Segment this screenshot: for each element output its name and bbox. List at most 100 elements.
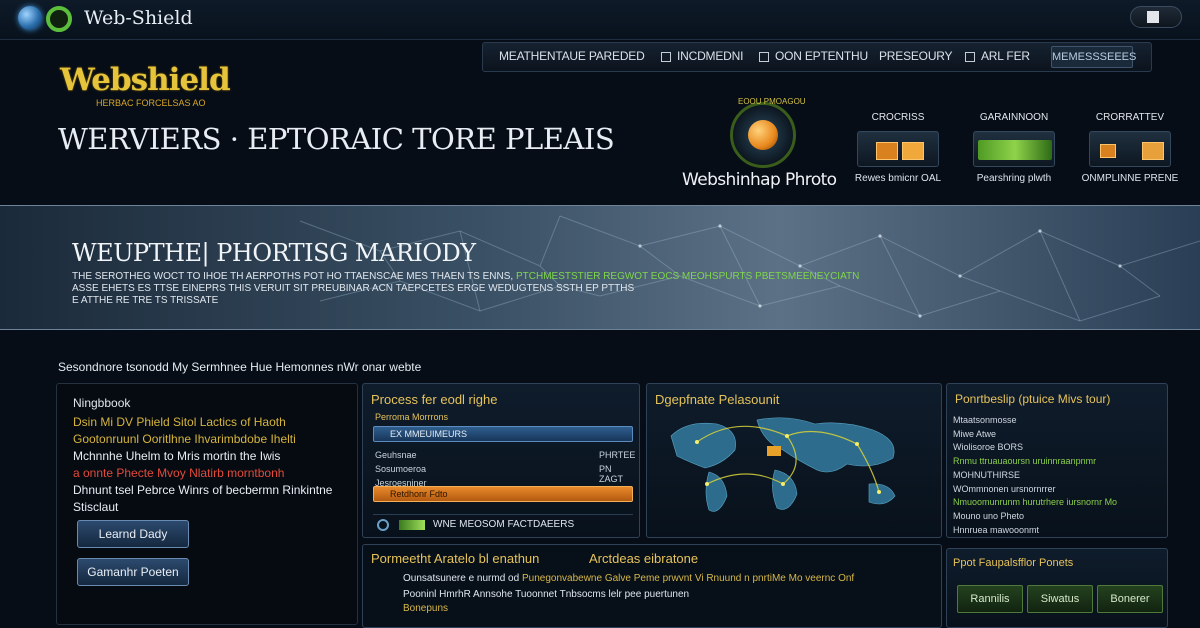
server-icon [973,131,1055,167]
filter-button-3[interactable]: Bonerer [1097,585,1163,613]
process-bar-top[interactable]: EX MMEUIMEURS [373,426,633,442]
brand-logo: Webshield [60,62,231,98]
feature-label: Pearshring plwth [976,173,1052,184]
refresh-icon [377,519,389,531]
feature-label: ONMPLINNE PRENE [1081,173,1179,184]
text-line: Stisclaut [73,500,119,514]
process-subtitle: Perroma Morrrons [375,412,449,422]
brand-tagline: HERBAC FORCELSAS AO [96,98,206,108]
list-item[interactable]: Hnnruea mawooonmt [953,524,1163,538]
banner-text: THE SEROTHEG WOCT TO IHOE TH AERPOTHS PO… [72,271,872,307]
top-navigation: MEATHENTAUE PAREDED INCDMEDNI OON EPTENT… [482,42,1152,72]
nav-item-3[interactable]: OON EPTENTHU [775,49,868,63]
feature-card-1[interactable]: CROCRISS Rewes bmicnr OAL [848,112,948,184]
banner-title: WEUPTHE| PHORTISG MARIODY [72,239,476,267]
hub-core-icon [748,120,778,150]
nav-button[interactable]: MEMESSSEEES [1051,46,1136,68]
filter-button-2[interactable]: Siwatus [1027,585,1093,613]
square-icon [661,52,671,62]
nav-item-5[interactable]: ARL FER [981,49,1030,63]
square-icon [965,52,975,62]
panel-title: Ponrtbeslip (ptuice Mivs tour) [955,392,1111,406]
secondary-button[interactable]: Gamanhr Poeten [77,558,189,586]
world-map-icon [670,417,896,512]
performance-panel: Ponrtbeslip (ptuice Mivs tour) Mtaatsonm… [946,383,1168,538]
nav-item-2[interactable]: INCDMEDNI [677,49,743,63]
section-label: Sesondnore tsonodd My Sermhnee Hue Hemon… [58,360,422,374]
progress-icon [399,520,425,530]
globe-icon [18,6,42,30]
action-line[interactable]: Ounsatsunere e nurmd od Punegonvabewne G… [403,573,854,584]
geo-panel: Dgepfnate Pelasounit [646,383,942,538]
banner-line-1-highlight: PTCHMESTSTIER REGWOT EOCS MEOHSPURTS PBE… [515,271,860,282]
server-rack-icon [978,140,1052,160]
list-item[interactable]: WOmmnonen ursnornrrer [953,483,1163,497]
panel-title: Process fer eodl righe [371,392,498,407]
box-icon [876,142,898,160]
feature-title: CRORRATTEV [1095,112,1165,123]
actions-panel: Pormeetht Aratelo bl enathun Arctdeas ei… [362,544,942,628]
process-footer-text: WNE MEOSOM FACTDAEERS [433,519,575,530]
process-footer: WNE MEOSOM FACTDAEERS [373,514,633,534]
process-row-label: Sosumoeroa [375,464,427,474]
list-item[interactable]: Nmuoomunrunm hurutrhere iursnornr Mo [953,496,1163,510]
process-bar-active[interactable]: Retdhonr Fdto [373,486,633,502]
panel-title: Pormeetht Aratelo bl enathun [371,551,540,566]
feature-title: CROCRISS [871,112,925,123]
stop-icon [1147,11,1159,23]
list-item[interactable]: Mtaatsonmosse [953,414,1163,428]
list-item[interactable]: Mouno uno Pheto [953,510,1163,524]
action-line[interactable]: Bonepuns [403,603,448,614]
process-row-label: Geuhsnae [375,450,417,460]
panel-title: Ppot Faupalsfflor Ponets [953,557,1074,569]
nav-item-4[interactable]: PRESEOURY [879,49,953,63]
title-bar: Web-Shield [0,0,1200,40]
hero-banner: WEUPTHE| PHORTISG MARIODY THE SEROTHEG W… [0,205,1200,330]
performance-list: Mtaatsonmosse Miwe Atwe Wiolisoroe BORS … [953,414,1163,537]
text-line: Dsin Mi DV Phield Sitol Lactics of Haoth [73,415,286,429]
action-line-text: Ounsatsunere e nurmd od [403,573,522,584]
page-headline: WERVIERS · EPTORAIC TORE PLEAIS [58,122,615,156]
list-item[interactable]: Wiolisoroe BORS [953,441,1163,455]
action-line[interactable]: Pooninl HmrhR Annsohe Tuoonnet Tnbsocms … [403,589,689,600]
app-logo-icon [46,6,72,32]
quick-filter-panel: Ppot Faupalsfflor Ponets Rannilis Siwatu… [946,548,1168,628]
list-item[interactable]: MOHNUTHIRSE [953,469,1163,483]
banner-line-3: E ATTHE RE TRE TS TRISSATE [72,295,219,306]
text-line: Gootonruunl Ooritlhne Ihvarimbdobe Ihelt… [73,432,296,446]
process-row[interactable]: Geuhsnae PHRTEE [375,450,635,460]
panel-title-secondary: Arctdeas eibratone [589,551,699,566]
hub-tag: EOOU PMOAGOU [738,97,806,106]
window-control-button[interactable] [1130,6,1182,28]
map-marker-icon [767,446,781,456]
banner-line-2: ASSE EHETS ES TTSE EINEPRS THIS VERUIT S… [72,283,635,294]
process-row[interactable]: Sosumoeroa PN ZAGT [375,464,623,484]
text-line: Dhnunt tsel Pebrce Winrs of becbermn Rin… [73,483,333,497]
feature-card-3[interactable]: CRORRATTEV ONMPLINNE PRENE [1080,112,1180,184]
feature-title: GARAINNOON [979,112,1049,123]
process-panel: Process fer eodl righe Perroma Morrrons … [362,383,640,538]
app-title: Web-Shield [84,7,193,29]
box-icon [1142,142,1164,160]
list-item[interactable]: Rnmu ttruauaoursn uruinnraanpnmr [953,455,1163,469]
action-line-highlight: Punegonvabewne Galve Peme prwvnt Vi Rnuu… [521,573,855,584]
neighborhood-text: Dsin Mi DV Phield Sitol Lactics of Haoth… [73,414,343,516]
nav-item-1[interactable]: MEATHENTAUE PAREDED [499,49,645,63]
learn-more-button[interactable]: Learnd Dady [77,520,189,548]
feature-card-2[interactable]: GARAINNOON Pearshring plwth [964,112,1064,184]
square-icon [759,52,769,62]
banner-line-1: THE SEROTHEG WOCT TO IHOE TH AERPOTHS PO… [72,271,872,283]
box-icon [902,142,924,160]
process-row-value: PN ZAGT [599,464,623,484]
text-line: a onnte Phecte Mvoy Nlatirb morntbonh [73,466,285,480]
network-mesh-graphic [299,215,1200,322]
hub-label: Webshinhap Phroto [682,170,837,190]
text-line: Mchnnhe Uhelm to Mris mortin the Iwis [73,449,281,463]
banner-line-1-text: THE SEROTHEG WOCT TO IHOE TH AERPOTHS PO… [72,271,516,282]
process-row-value: PHRTEE [599,450,636,460]
list-item[interactable]: Miwe Atwe [953,428,1163,442]
package-icon [1089,131,1171,167]
feature-label: Rewes bmicnr OAL [854,173,942,184]
filter-button-1[interactable]: Rannilis [957,585,1023,613]
neighborhood-panel: Ningbbook Dsin Mi DV Phield Sitol Lactic… [56,383,358,625]
